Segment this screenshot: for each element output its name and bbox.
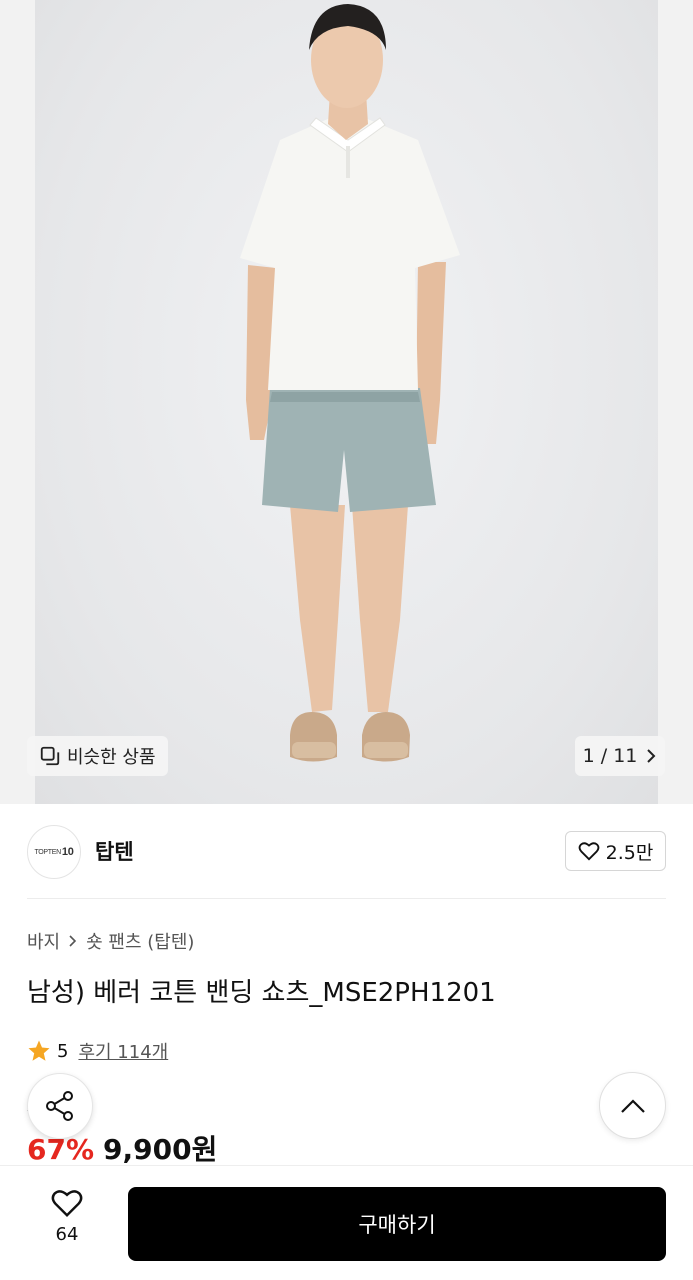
wishlist-button[interactable]: 64: [30, 1188, 104, 1258]
brand-logo-text: TOPTEN: [34, 848, 61, 856]
chevron-up-icon: [620, 1098, 645, 1113]
product-image-gallery[interactable]: 비슷한 상품 1 / 11: [0, 0, 693, 804]
brand-like-button[interactable]: 2.5만: [565, 831, 666, 871]
star-icon: [28, 1040, 50, 1061]
heart-icon: [578, 842, 599, 861]
share-icon: [46, 1091, 73, 1121]
wishlist-count: 64: [55, 1224, 79, 1245]
scroll-top-button[interactable]: [599, 1072, 666, 1139]
section-divider: [27, 898, 666, 899]
share-button[interactable]: [27, 1073, 93, 1139]
brand-name[interactable]: 탑텐: [95, 836, 134, 866]
product-page: 비슷한 상품 1 / 11 TOPTEN 10 탑텐 2.5만 바지 숏 팬츠 (…: [0, 0, 693, 1280]
brand-row: TOPTEN 10 탑텐 2.5만: [0, 804, 693, 899]
heart-icon: [51, 1190, 83, 1218]
product-title: 남성) 베러 코튼 밴딩 쇼츠_MSE2PH1201: [27, 978, 496, 1008]
image-pager-text: 1 / 11: [582, 745, 638, 767]
brand-logo-number: 10: [61, 846, 74, 858]
product-photo-model: [240, 4, 460, 762]
chevron-right-icon: [69, 935, 77, 947]
rating-value: 5: [57, 1040, 69, 1062]
review-count-link[interactable]: 후기 114개: [78, 1038, 168, 1064]
similar-products-button[interactable]: 비슷한 상품: [27, 736, 168, 776]
image-pager-button[interactable]: 1 / 11: [575, 736, 665, 776]
brand-logo[interactable]: TOPTEN 10: [27, 825, 81, 879]
breadcrumb-category[interactable]: 바지: [27, 928, 60, 954]
similar-products-label: 비슷한 상품: [67, 747, 156, 768]
sale-price: 9,900원: [103, 1133, 218, 1166]
chevron-right-icon: [647, 749, 656, 763]
buy-button[interactable]: 구매하기: [128, 1187, 666, 1261]
bottom-action-bar: 64 구매하기: [0, 1165, 693, 1280]
brand-like-count: 2.5만: [605, 841, 654, 864]
product-rating: 5 후기 114개: [27, 1038, 168, 1064]
breadcrumb: 바지 숏 팬츠 (탑텐): [27, 928, 194, 954]
breadcrumb-subcategory[interactable]: 숏 팬츠 (탑텐): [86, 928, 194, 954]
similar-products-icon: [40, 746, 60, 766]
